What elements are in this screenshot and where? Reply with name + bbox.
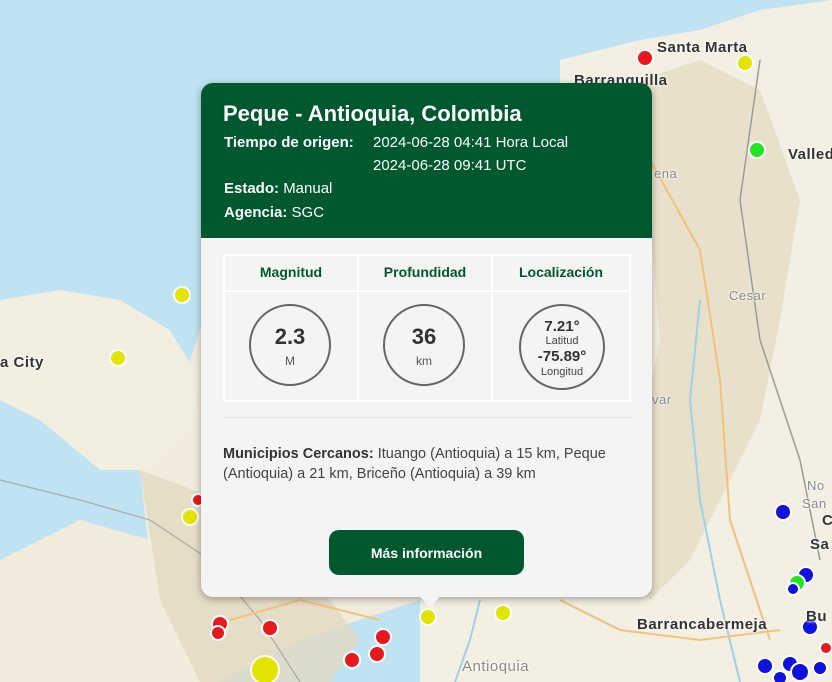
earthquake-marker-yellow[interactable] (109, 349, 127, 367)
magnitude-unit: M (285, 354, 295, 368)
popup-pointer (418, 594, 442, 608)
popup-divider (223, 417, 631, 418)
magnitude-circle: 2.3 M (249, 304, 331, 386)
earthquake-marker-green[interactable] (748, 141, 766, 159)
earthquake-marker-blue[interactable] (812, 660, 828, 676)
longitude-label: Longitud (540, 366, 584, 378)
status-value: Manual (283, 180, 333, 197)
nearby-municipalities: Municipios Cercanos: Ituango (Antioquia)… (223, 444, 623, 484)
location-header: Localización (518, 264, 604, 280)
latitude-label: Latitud (545, 335, 579, 347)
map-label-antioquia: Antioquia (462, 658, 530, 675)
earthquake-marker-red[interactable] (343, 651, 361, 669)
map-label-barrancabermeja: Barrancabermeja (637, 616, 768, 633)
map-label-no: No (807, 478, 825, 493)
earthquake-marker-blue[interactable] (756, 657, 774, 675)
map-label-ena: ena (654, 166, 678, 181)
map-label-santa-marta: Santa Marta (657, 39, 748, 56)
map-label-var: var (652, 392, 672, 407)
agency-value: SGC (291, 204, 325, 221)
earthquake-marker-red[interactable] (210, 625, 226, 641)
stats-table: Magnitud Profundidad Localización 2.3 M … (223, 254, 631, 402)
earthquake-marker-red[interactable] (368, 645, 386, 663)
earthquake-marker-yellow[interactable] (736, 54, 754, 72)
map-label-c: C (822, 512, 832, 529)
magnitude-value: 2.3 (274, 324, 306, 349)
map-label-san: San (802, 496, 827, 511)
earthquake-marker-blue[interactable] (772, 670, 788, 682)
origin-time-label: Tiempo de origen: (224, 134, 354, 151)
status-row: Estado: Manual (224, 180, 332, 197)
longitude-value: -75.89° (537, 348, 587, 365)
nearby-label: Municipios Cercanos: (223, 446, 374, 462)
depth-header: Profundidad (383, 264, 467, 280)
popup-title: Peque - Antioquia, Colombia (223, 101, 522, 126)
land-panama (0, 290, 200, 470)
earthquake-marker-yellow[interactable] (173, 286, 191, 304)
map-label-panama-city: a City (0, 354, 44, 371)
earthquake-marker-red[interactable] (819, 641, 832, 655)
earthquake-popup: Peque - Antioquia, Colombia Tiempo de or… (201, 83, 652, 608)
earthquake-marker-yellow[interactable] (494, 604, 512, 622)
earthquake-marker-red[interactable] (261, 619, 279, 637)
agency-row: Agencia: SGC (224, 204, 324, 221)
map-label-sa: Sa (810, 536, 830, 553)
more-info-button[interactable]: Más información (329, 530, 524, 575)
location-circle: 7.21° Latitud -75.89° Longitud (519, 304, 605, 390)
earthquake-marker-blue[interactable] (790, 662, 810, 682)
map-label-cesar: Cesar (729, 288, 767, 303)
latitude-value: 7.21° (544, 318, 580, 335)
earthquake-marker-blue[interactable] (786, 582, 800, 596)
popup-header: Peque - Antioquia, Colombia Tiempo de or… (201, 83, 652, 238)
depth-unit: km (416, 354, 432, 368)
origin-time-utc: 2024-06-28 09:41 UTC (373, 157, 527, 174)
earthquake-marker-yellow[interactable] (181, 508, 199, 526)
map-label-bu: Bu (806, 608, 827, 625)
depth-circle: 36 km (383, 304, 465, 386)
earthquake-marker-red[interactable] (636, 49, 654, 67)
earthquake-marker-yellow[interactable] (419, 608, 437, 626)
agency-label: Agencia: (224, 204, 288, 221)
depth-value: 36 (411, 324, 437, 349)
magnitude-header: Magnitud (259, 264, 323, 280)
earthquake-marker-blue[interactable] (774, 503, 792, 521)
origin-time-local: 2024-06-28 04:41 Hora Local (373, 134, 569, 151)
earthquake-marker-red[interactable] (374, 628, 392, 646)
map-label-valledupar: Valled (788, 146, 832, 163)
status-label: Estado: (224, 180, 280, 197)
earthquake-marker-yellow[interactable] (250, 655, 280, 682)
